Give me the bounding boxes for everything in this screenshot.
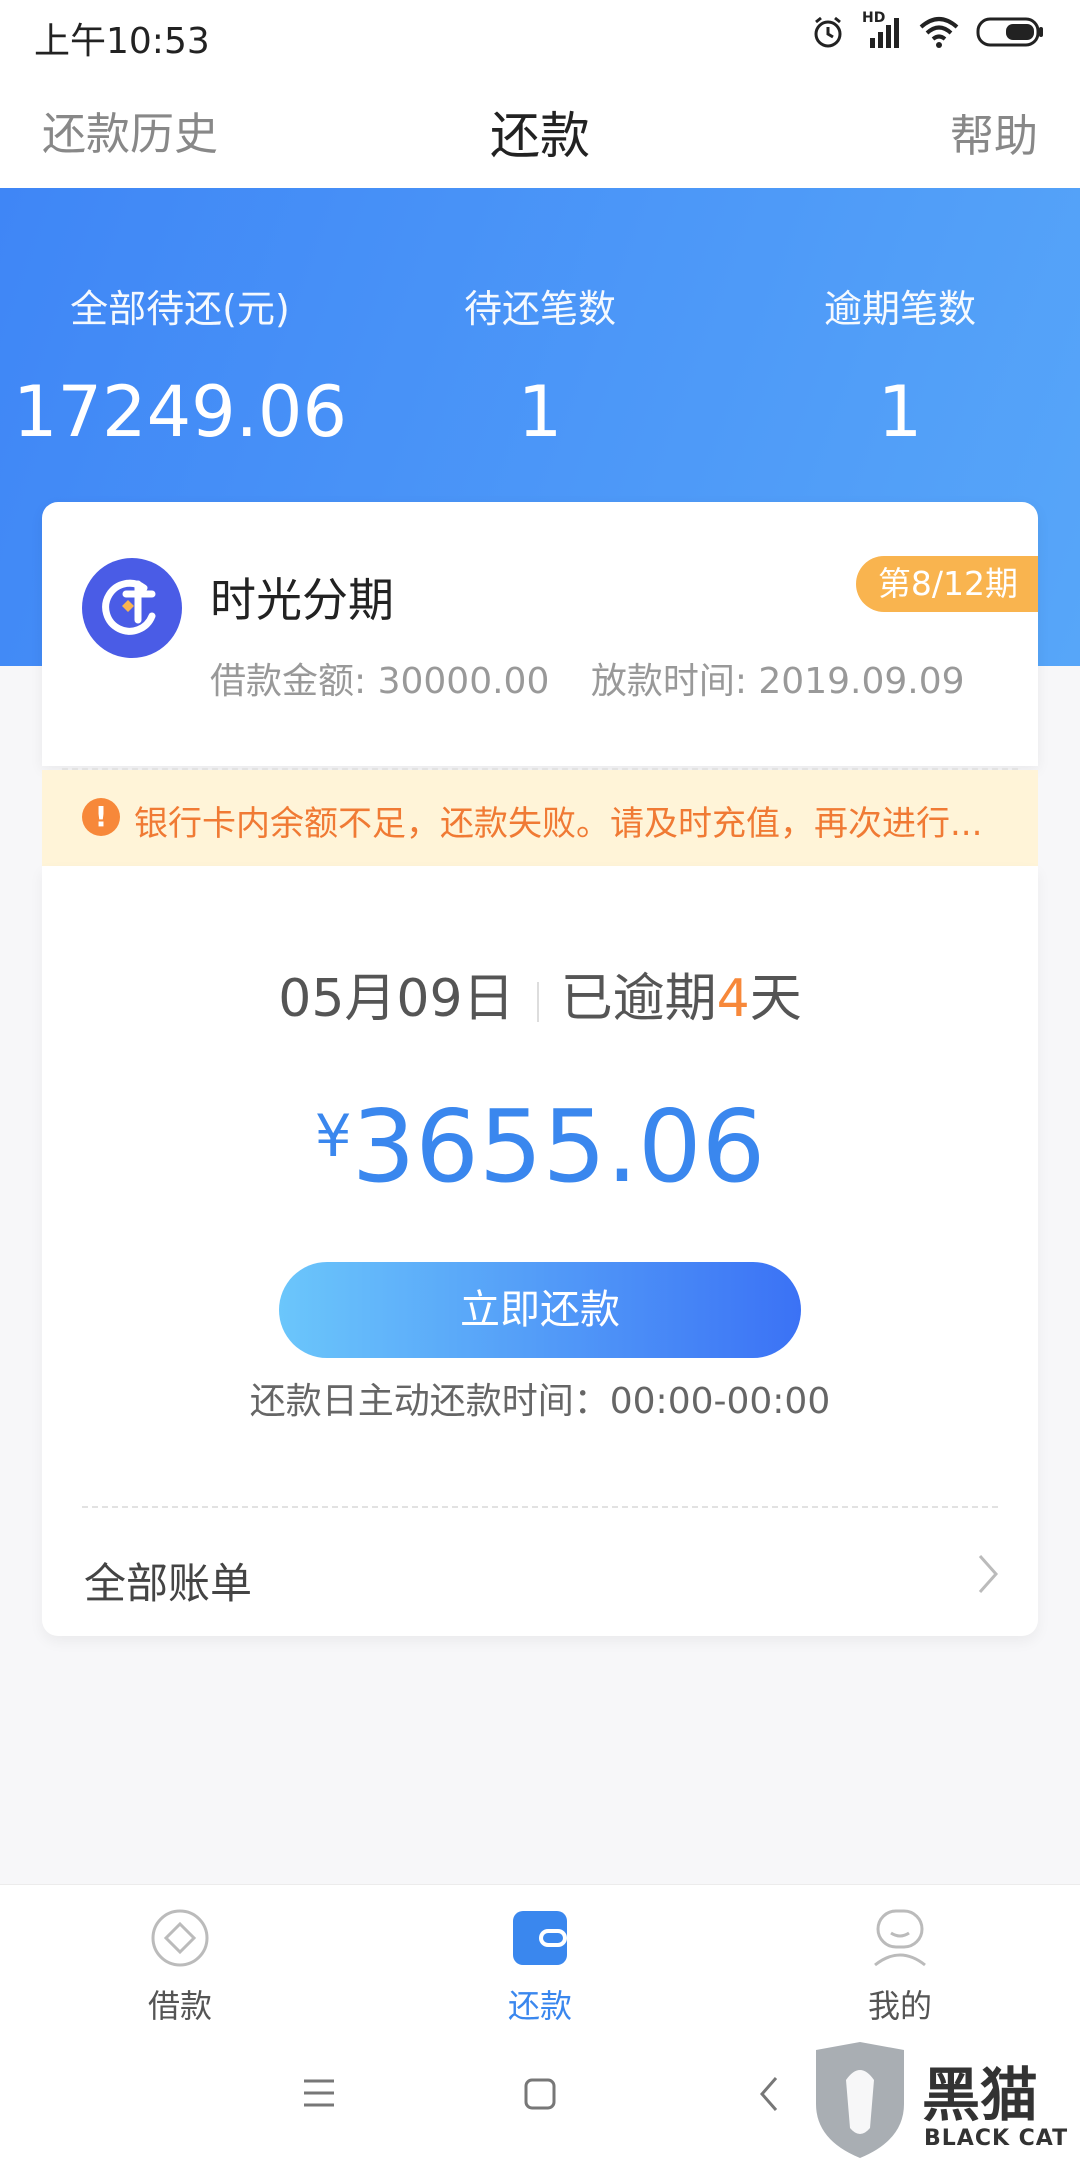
- overdue-suffix: 天: [749, 969, 802, 1029]
- pay-now-button[interactable]: 立即还款: [279, 1262, 801, 1358]
- signal-icon: HD: [862, 10, 902, 50]
- help-link[interactable]: 帮助: [950, 100, 1038, 164]
- stat-total-due: 全部待还(元) 17249.06: [0, 278, 360, 453]
- divider: [536, 982, 539, 1022]
- menu-icon[interactable]: [302, 2078, 336, 2108]
- chevron-right-icon[interactable]: [974, 1552, 1002, 1596]
- watermark-logo: 黑猫 BLACK CAT: [808, 2040, 1080, 2160]
- loan-meta: 借款金额: 30000.00 放款时间: 2019.09.09: [210, 652, 995, 704]
- repayment-page: 上午10:53 HD 还款历史 还款 帮助 全部待还(元) 17249.06 待…: [0, 0, 1080, 2160]
- battery-icon: [976, 17, 1043, 47]
- alarm-icon: [814, 16, 842, 48]
- overdue-days: 4: [716, 969, 750, 1029]
- stat-pending-count: 待还笔数 1: [360, 278, 720, 453]
- status-bar: 上午10:53 HD: [0, 0, 1080, 70]
- top-nav: 还款历史 还款 帮助: [0, 70, 1080, 188]
- watermark-en: BLACK CAT: [924, 2126, 1069, 2151]
- profile-icon: [874, 1909, 926, 1967]
- black-cat-icon: [816, 2042, 904, 2158]
- pay-time-note: 还款日主动还款时间：00:00-00:00: [249, 1381, 831, 1422]
- product-name: 时光分期: [210, 573, 394, 627]
- currency-symbol: ¥: [314, 1102, 352, 1170]
- stat-overdue-count: 逾期笔数 1: [720, 278, 1080, 453]
- tab-label: 还款: [507, 1987, 572, 2025]
- all-bills-link[interactable]: 全部账单: [84, 1550, 252, 1611]
- amount-value: 3655.06: [351, 1088, 766, 1205]
- warning-icon: !: [82, 798, 120, 836]
- loan-card[interactable]: 时光分期 借款金额: 30000.00 放款时间: 2019.09.09 第8/…: [42, 502, 1038, 766]
- due-status: 05月09日 已逾期4天: [42, 956, 1038, 1031]
- loan-date: 放款时间: 2019.09.09: [590, 661, 965, 702]
- status-icons: HD: [810, 10, 1044, 50]
- page-title: 还款: [490, 107, 590, 165]
- borrow-icon: [151, 1909, 209, 1967]
- home-icon[interactable]: [524, 2078, 556, 2110]
- repay-icon: [513, 1911, 567, 1965]
- stat-label: 全部待还(元): [70, 287, 290, 331]
- stat-label: 待还笔数: [463, 287, 616, 331]
- due-amount: ¥3655.06: [42, 1088, 1038, 1205]
- period-badge: 第8/12期: [855, 556, 1038, 612]
- tab-label: 借款: [147, 1987, 212, 2025]
- back-icon[interactable]: [758, 2076, 780, 2112]
- warning-text: 银行卡内余额不足，还款失败。请及时充值，再次进行...: [134, 804, 983, 844]
- product-logo-icon: [82, 558, 182, 658]
- warning-banner[interactable]: ! 银行卡内余额不足，还款失败。请及时充值，再次进行...: [42, 770, 1038, 866]
- bottom-tab-bar: 借款 还款 我的: [0, 1884, 1080, 2030]
- watermark-cn: 黑猫: [922, 2061, 1039, 2129]
- stat-value: 1: [877, 371, 923, 453]
- overdue-prefix: 已逾期: [560, 969, 717, 1029]
- stat-value: 17249.06: [12, 371, 347, 453]
- stat-label: 逾期笔数: [823, 287, 976, 331]
- wifi-icon: [919, 17, 959, 48]
- tab-borrow[interactable]: 借款: [0, 1907, 360, 2027]
- loan-amount: 借款金额: 30000.00: [210, 661, 550, 702]
- tab-profile[interactable]: 我的: [720, 1907, 1080, 2027]
- status-time: 上午10:53: [34, 21, 210, 62]
- due-date: 05月09日: [278, 969, 515, 1029]
- divider: [82, 1506, 998, 1508]
- stat-value: 1: [517, 371, 563, 453]
- tab-repay[interactable]: 还款: [360, 1907, 720, 2027]
- tab-label: 我的: [867, 1987, 932, 2025]
- due-card: 05月09日 已逾期4天 ¥3655.06 立即还款 还款日主动还款时间：00:0…: [42, 866, 1038, 1636]
